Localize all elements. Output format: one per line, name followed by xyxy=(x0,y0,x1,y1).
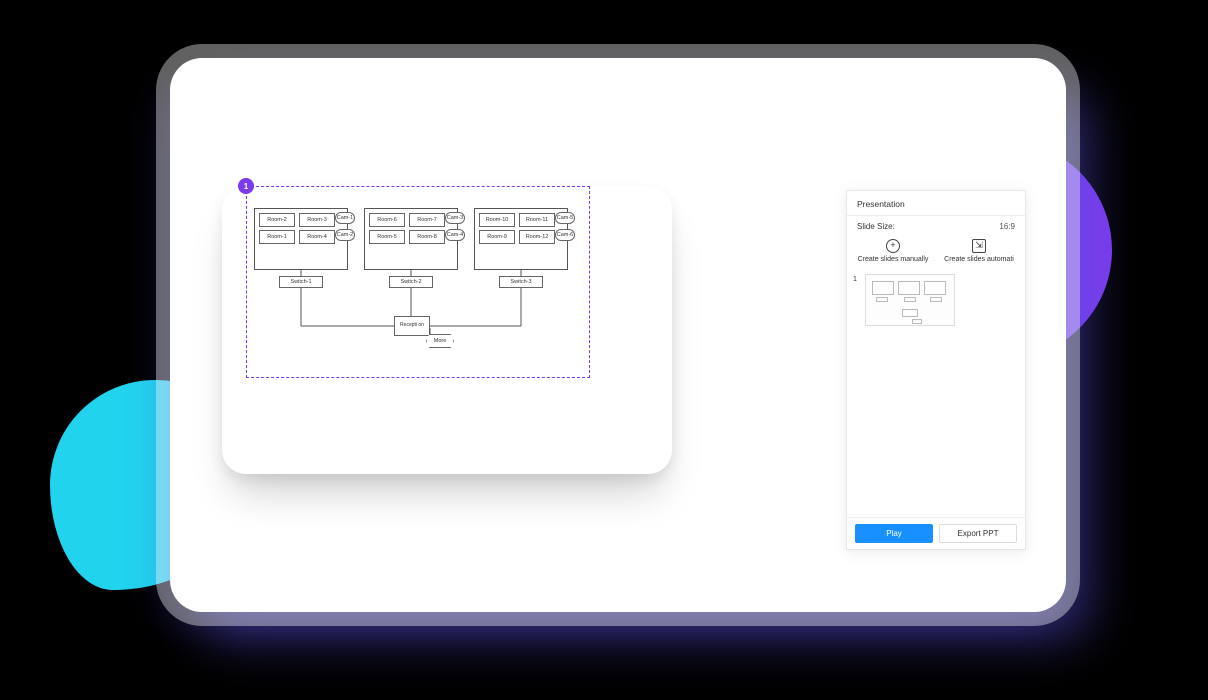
play-button[interactable]: Play xyxy=(855,524,933,543)
network-diagram: Room-2 Room-3 Room-1 Room-4 Cam-1 Cam-2 … xyxy=(254,208,582,368)
presentation-panel: Presentation Slide Size: 16:9 + Create s… xyxy=(846,190,1026,550)
export-ppt-button[interactable]: Export PPT xyxy=(939,524,1017,543)
create-slides-manually-button[interactable]: + Create slides manually xyxy=(853,239,933,264)
frame-badge: 1 xyxy=(238,178,254,194)
create-auto-label: Create slides automati xyxy=(944,256,1014,264)
slide-thumbnail[interactable] xyxy=(865,274,955,326)
connector-lines xyxy=(254,208,582,368)
slide-size-row[interactable]: Slide Size: 16:9 xyxy=(847,216,1025,237)
thumbnail-number: 1 xyxy=(853,276,861,283)
slide-size-value: 16:9 xyxy=(999,222,1015,231)
auto-create-icon: ⇲ xyxy=(972,239,986,253)
plus-circle-icon: + xyxy=(886,239,900,253)
panel-title: Presentation xyxy=(847,191,1025,216)
slide-size-label: Slide Size: xyxy=(857,222,895,231)
app-window: 1 Room-2 Room-3 Room-1 Room-4 Cam-1 Cam-… xyxy=(170,58,1066,612)
create-slides-automatically-button[interactable]: ⇲ Create slides automati xyxy=(939,239,1019,264)
create-manually-label: Create slides manually xyxy=(858,256,929,264)
slide-thumbnail-list: 1 xyxy=(847,270,1025,517)
